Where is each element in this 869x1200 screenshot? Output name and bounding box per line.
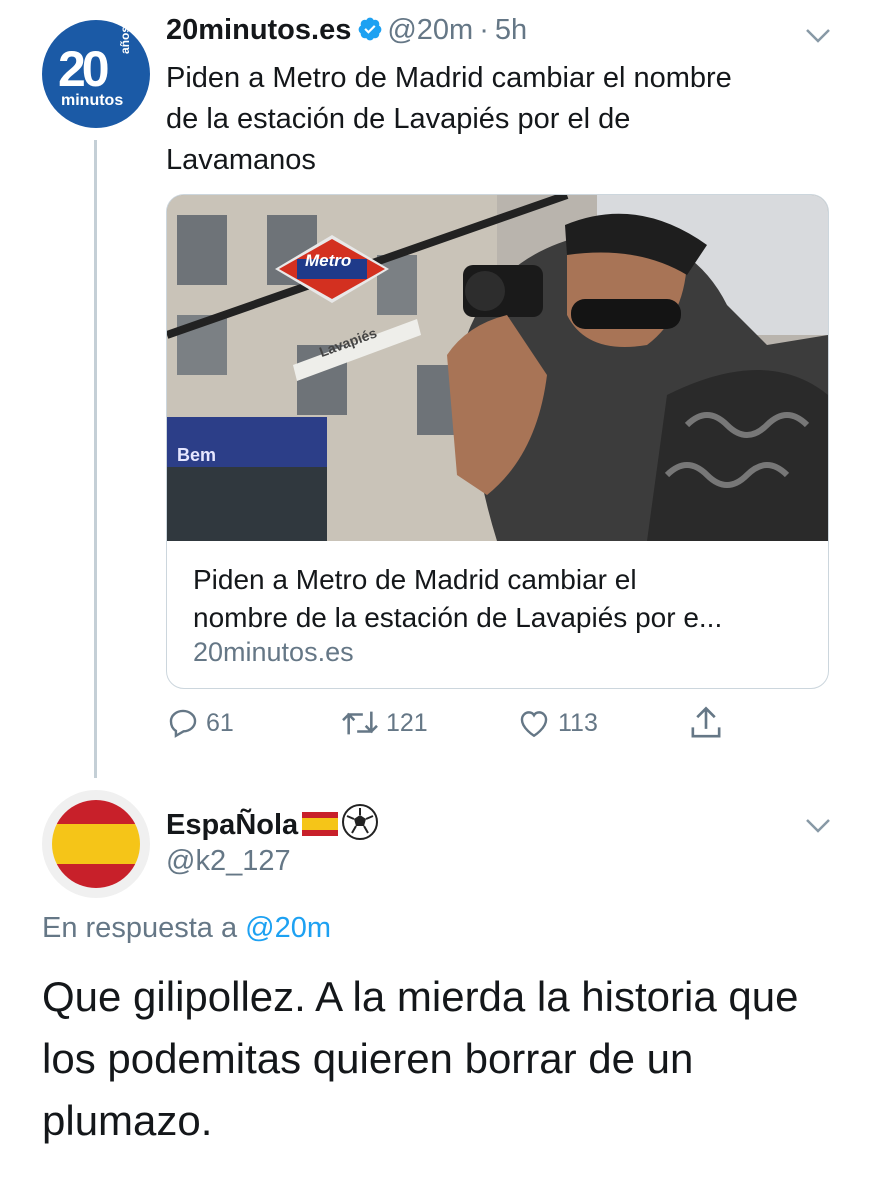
- retweet-icon: [342, 711, 378, 735]
- share-action[interactable]: [688, 704, 730, 742]
- photo-illustration: [167, 195, 828, 541]
- tweet-time[interactable]: 5h: [495, 14, 527, 46]
- author-handle[interactable]: @20m: [387, 14, 473, 46]
- retweet-count: 121: [386, 708, 428, 737]
- chevron-down-icon[interactable]: [805, 28, 831, 44]
- card-photo: Metro Lavapiés Bem: [167, 195, 828, 541]
- in-reply-to-handle[interactable]: @20m: [245, 912, 331, 944]
- avatar-20minutos[interactable]: 20 años minutos: [42, 20, 150, 128]
- sign-metro: Metro: [305, 251, 352, 270]
- tweet-header: 20minutos.es @20m · 5h: [166, 14, 527, 47]
- spain-flag-icon: [302, 812, 339, 836]
- reply-text-line: plumazo.: [42, 1097, 213, 1144]
- like-icon: [520, 711, 548, 738]
- chevron-down-icon[interactable]: [805, 818, 831, 834]
- avatar-logo-minutos: minutos: [61, 92, 124, 109]
- reply-text-line: Que gilipollez. A la mierda la historia …: [42, 973, 799, 1020]
- card-title: Piden a Metro de Madrid cambiar el nombr…: [193, 561, 803, 637]
- like-action[interactable]: 113: [516, 706, 598, 740]
- tweet-text-line: Piden a Metro de Madrid cambiar el nombr…: [166, 62, 732, 94]
- reply-count: 61: [206, 708, 234, 737]
- card-title-line: nombre de la estación de Lavapiés por e.…: [193, 602, 723, 633]
- like-count: 113: [558, 708, 598, 737]
- reply-text-line: los podemitas quieren borrar de un: [42, 1035, 694, 1082]
- verified-badge-icon: [358, 17, 382, 41]
- soccer-ball-icon: [342, 804, 379, 840]
- reply-author-handle[interactable]: @k2_127: [166, 845, 291, 878]
- tweet-text-line: Lavamanos: [166, 144, 316, 176]
- spain-flag-avatar: [52, 800, 140, 888]
- reply-author-name[interactable]: EspaÑola: [166, 809, 298, 841]
- retweet-action[interactable]: 121: [340, 706, 428, 740]
- link-card[interactable]: Metro Lavapiés Bem Piden a Metro de Madr…: [166, 194, 829, 689]
- thread-line: [94, 140, 97, 778]
- avatar-logo-anos: años: [118, 25, 132, 54]
- avatar-espanola[interactable]: [42, 790, 150, 898]
- sign-shop: Bem: [177, 445, 217, 465]
- reply-header: EspaÑola: [166, 804, 379, 842]
- share-icon: [691, 706, 721, 738]
- avatar-logo-number: 20: [58, 41, 110, 97]
- tweet-text: Piden a Metro de Madrid cambiar el nombr…: [166, 58, 826, 181]
- in-reply-to-label: En respuesta a: [42, 912, 238, 944]
- reply-icon: [169, 709, 197, 738]
- card-domain: 20minutos.es: [193, 637, 354, 667]
- reply-action[interactable]: 61: [166, 706, 234, 740]
- reply-text: Que gilipollez. A la mierda la historia …: [42, 966, 842, 1152]
- author-name[interactable]: 20minutos.es: [166, 14, 351, 46]
- dot-separator: ·: [479, 14, 489, 46]
- in-reply-to: En respuesta a @20m: [42, 912, 331, 945]
- tweet-text-line: de la estación de Lavapiés por el de: [166, 103, 631, 135]
- card-title-line: Piden a Metro de Madrid cambiar el: [193, 564, 637, 595]
